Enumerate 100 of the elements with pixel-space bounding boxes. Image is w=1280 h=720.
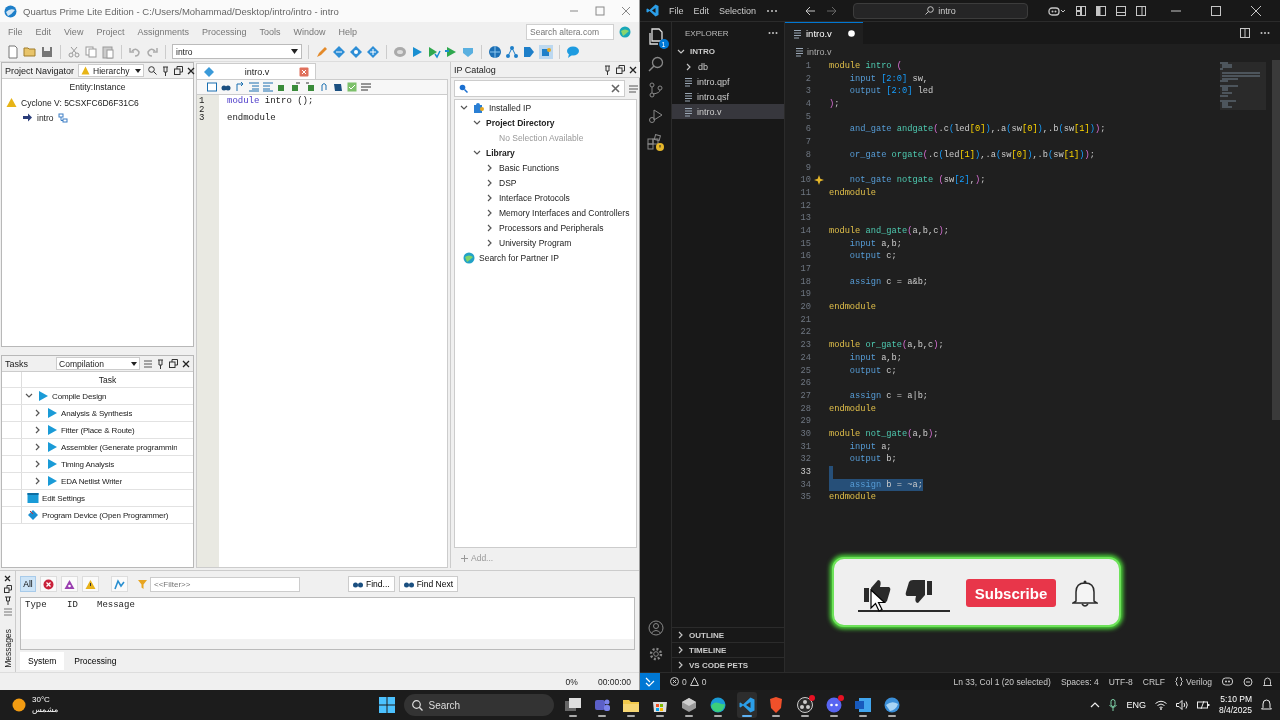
explorer-item[interactable]: db xyxy=(672,59,784,74)
tab[interactable]: Processing xyxy=(66,652,125,670)
split-icon[interactable] xyxy=(1135,5,1146,16)
sun-icon[interactable] xyxy=(12,698,26,712)
code-editor-icon[interactable] xyxy=(738,697,755,713)
section-header[interactable]: VS CODE PETS xyxy=(689,660,749,670)
notification-bell-icon[interactable] xyxy=(1261,699,1272,711)
error-icon[interactable] xyxy=(670,677,679,686)
weather-condition[interactable]: مشمس xyxy=(32,705,58,715)
arrow-icon[interactable] xyxy=(235,82,245,92)
task-item[interactable]: Program Device (Open Programmer) xyxy=(42,510,169,520)
explorer-item[interactable]: intro.v xyxy=(672,104,784,119)
play-icon[interactable] xyxy=(444,44,458,59)
close-icon[interactable] xyxy=(4,575,11,582)
clock-time[interactable]: 5:10 PM xyxy=(1220,694,1252,705)
explorer-item[interactable]: intro.qsf xyxy=(672,89,784,104)
copilot-icon[interactable] xyxy=(1222,677,1233,686)
play-icon[interactable] xyxy=(46,407,58,419)
settings-icon[interactable] xyxy=(647,646,664,662)
play-icon[interactable] xyxy=(46,424,58,436)
editor-tab[interactable]: intro.v xyxy=(785,22,863,44)
menu-item[interactable]: File xyxy=(669,5,684,16)
menu-item[interactable]: Window xyxy=(293,27,326,37)
extensions-icon[interactable] xyxy=(646,134,665,152)
float-icon[interactable] xyxy=(3,585,12,593)
remote-button[interactable] xyxy=(640,673,660,690)
menu-item[interactable]: Edit xyxy=(693,5,710,16)
task-item[interactable]: Analysis & Synthesis xyxy=(61,408,133,418)
menu-item[interactable]: Project xyxy=(96,27,125,37)
indentation[interactable]: Spaces: 4 xyxy=(1060,676,1099,687)
thumbs-down-icon[interactable] xyxy=(904,579,934,605)
tag-icon[interactable] xyxy=(522,44,536,59)
menu-item[interactable]: View xyxy=(64,27,84,37)
menu-item[interactable]: Processing xyxy=(201,27,247,37)
view-dropdown[interactable]: Hierarchy xyxy=(78,64,145,77)
menu-item[interactable]: File xyxy=(8,27,23,37)
breadcrumb[interactable]: intro.v xyxy=(807,47,832,57)
revision-dropdown[interactable]: intro xyxy=(172,44,302,59)
play-icon[interactable] xyxy=(37,390,49,402)
document-icon[interactable] xyxy=(854,697,871,713)
check-icon[interactable] xyxy=(347,82,357,92)
filter-button[interactable] xyxy=(40,576,57,592)
folder-name[interactable]: INTRO xyxy=(690,47,715,56)
sparkle-icon[interactable] xyxy=(813,175,825,187)
search-field[interactable]: Search altera.com xyxy=(526,24,614,40)
bell-icon[interactable] xyxy=(1072,580,1098,608)
browser-icon[interactable] xyxy=(709,697,726,713)
task-item[interactable]: Edit Settings xyxy=(42,493,85,503)
more-icon[interactable] xyxy=(766,8,779,13)
line-ending[interactable]: CRLF xyxy=(1142,676,1165,687)
globe-icon[interactable] xyxy=(488,44,502,59)
paperclip-icon[interactable] xyxy=(319,82,329,92)
filter-field[interactable]: <<Filter>> xyxy=(150,576,300,592)
bell-icon[interactable] xyxy=(1263,676,1272,687)
encoding[interactable]: UTF-8 xyxy=(1108,676,1133,687)
diamond-icon[interactable] xyxy=(27,509,39,521)
tree-item[interactable]: Installed IP xyxy=(489,102,532,113)
filter-button[interactable]: All xyxy=(20,576,36,592)
tree-item[interactable]: Basic Functions xyxy=(499,162,559,173)
float-icon[interactable] xyxy=(174,66,184,75)
task-item[interactable]: EDA Netlist Writer xyxy=(61,476,123,486)
tree-item[interactable]: Processors and Peripherals xyxy=(499,222,604,233)
files-icon[interactable] xyxy=(646,28,665,46)
command-center[interactable]: intro xyxy=(853,2,1028,19)
play-icon[interactable] xyxy=(410,44,424,59)
window-icon[interactable] xyxy=(27,492,39,504)
pin-icon[interactable] xyxy=(3,596,12,605)
globe-icon[interactable] xyxy=(463,251,475,264)
layout-icon[interactable] xyxy=(1075,5,1086,16)
volume-icon[interactable] xyxy=(1175,700,1188,710)
filter-button[interactable] xyxy=(61,576,78,592)
filter-button[interactable] xyxy=(111,576,128,592)
record-icon[interactable] xyxy=(796,697,813,713)
error-count[interactable]: 0 xyxy=(682,676,687,687)
bookmark-icon[interactable] xyxy=(305,82,315,92)
tree-item[interactable]: University Program xyxy=(499,237,572,248)
new-file-icon[interactable] xyxy=(6,44,20,59)
tree-item[interactable]: Project Directory xyxy=(486,117,555,128)
clear-icon[interactable] xyxy=(611,84,620,93)
play-icon[interactable] xyxy=(46,475,58,487)
editor-tab[interactable]: intro.v xyxy=(244,66,270,77)
tree-item[interactable]: DSP xyxy=(499,177,517,188)
pin-icon[interactable] xyxy=(161,65,171,76)
tree-item[interactable]: intro xyxy=(37,112,54,123)
copilot-icon[interactable] xyxy=(1047,5,1066,16)
diamond-icon[interactable] xyxy=(332,44,346,59)
play-icon[interactable] xyxy=(46,441,58,453)
shield-icon[interactable] xyxy=(768,697,783,713)
search-button[interactable]: Search xyxy=(403,694,554,716)
run-debug-icon[interactable] xyxy=(647,108,664,124)
gamepad-icon[interactable] xyxy=(825,697,842,713)
tab[interactable]: System xyxy=(20,652,65,670)
play-icon[interactable] xyxy=(46,458,58,470)
feedback-icon[interactable] xyxy=(1243,676,1253,687)
search-field[interactable] xyxy=(454,80,625,97)
back-arrow-icon[interactable] xyxy=(805,5,817,16)
float-icon[interactable] xyxy=(169,359,178,368)
task-item[interactable]: Assembler (Generate programmin xyxy=(61,442,178,452)
bookmark-icon[interactable] xyxy=(277,82,287,92)
clock-date[interactable]: 8/4/2025 xyxy=(1218,705,1252,716)
